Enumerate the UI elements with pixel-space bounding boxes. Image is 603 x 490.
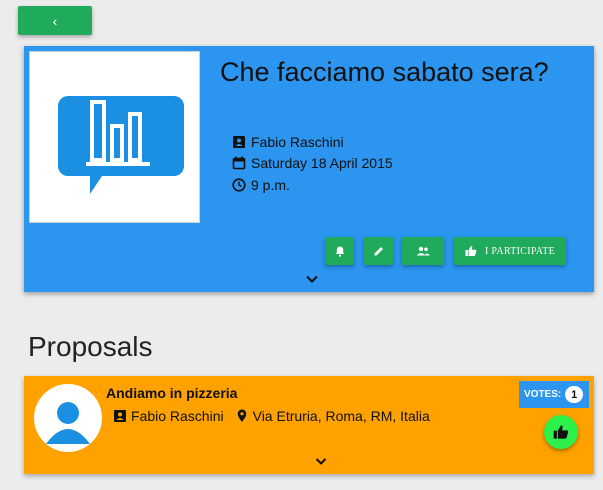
participants-button[interactable] xyxy=(402,237,444,265)
votes-label: VOTES: xyxy=(524,389,562,400)
vote-button[interactable] xyxy=(544,415,578,449)
thumb-up-icon xyxy=(553,425,569,439)
participate-button[interactable]: I PARTICIPATE xyxy=(454,237,566,265)
time-row: 9 p.m. xyxy=(231,177,290,193)
event-time: 9 p.m. xyxy=(251,177,290,193)
proposal-card: Andiamo in pizzeria Fabio Raschini Via E… xyxy=(24,376,594,474)
bell-icon xyxy=(335,246,344,257)
contact-card-icon xyxy=(231,134,247,150)
date-row: Saturday 18 April 2015 xyxy=(231,155,393,171)
proposals-heading: Proposals xyxy=(28,331,153,362)
location-pin-icon xyxy=(234,408,250,424)
proposal-author: Fabio Raschini xyxy=(131,408,224,424)
pencil-icon xyxy=(374,247,383,256)
event-title: Che facciamo sabato sera? xyxy=(220,57,549,87)
proposal-title[interactable]: Andiamo in pizzeria xyxy=(106,385,237,401)
chevron-down-icon[interactable] xyxy=(314,454,328,465)
votes-badge: VOTES: 1 xyxy=(519,381,589,408)
notify-button[interactable] xyxy=(325,237,354,265)
edit-button[interactable] xyxy=(364,237,393,265)
proposal-location: Via Etruria, Roma, RM, Italia xyxy=(252,408,430,424)
clock-icon xyxy=(231,177,247,193)
votes-count: 1 xyxy=(565,386,584,403)
organizer-row: Fabio Raschini xyxy=(231,134,344,150)
chevron-down-icon[interactable] xyxy=(304,272,320,284)
back-button[interactable]: ‹ xyxy=(18,6,92,35)
event-image xyxy=(29,51,200,223)
contact-card-icon xyxy=(112,408,128,424)
event-date: Saturday 18 April 2015 xyxy=(251,155,393,171)
calendar-icon xyxy=(231,155,247,171)
participate-label: I PARTICIPATE xyxy=(484,245,556,257)
bar-chart-speech-bubble-icon xyxy=(58,96,184,194)
organizer-name: Fabio Raschini xyxy=(251,134,344,150)
event-card: Che facciamo sabato sera? Fabio Raschini… xyxy=(24,46,594,292)
people-icon xyxy=(416,246,430,256)
avatar xyxy=(34,384,102,452)
user-silhouette-icon xyxy=(46,402,90,444)
thumb-up-icon xyxy=(465,246,477,256)
chevron-left-icon: ‹ xyxy=(52,12,58,29)
proposal-meta: Fabio Raschini Via Etruria, Roma, RM, It… xyxy=(112,408,430,424)
